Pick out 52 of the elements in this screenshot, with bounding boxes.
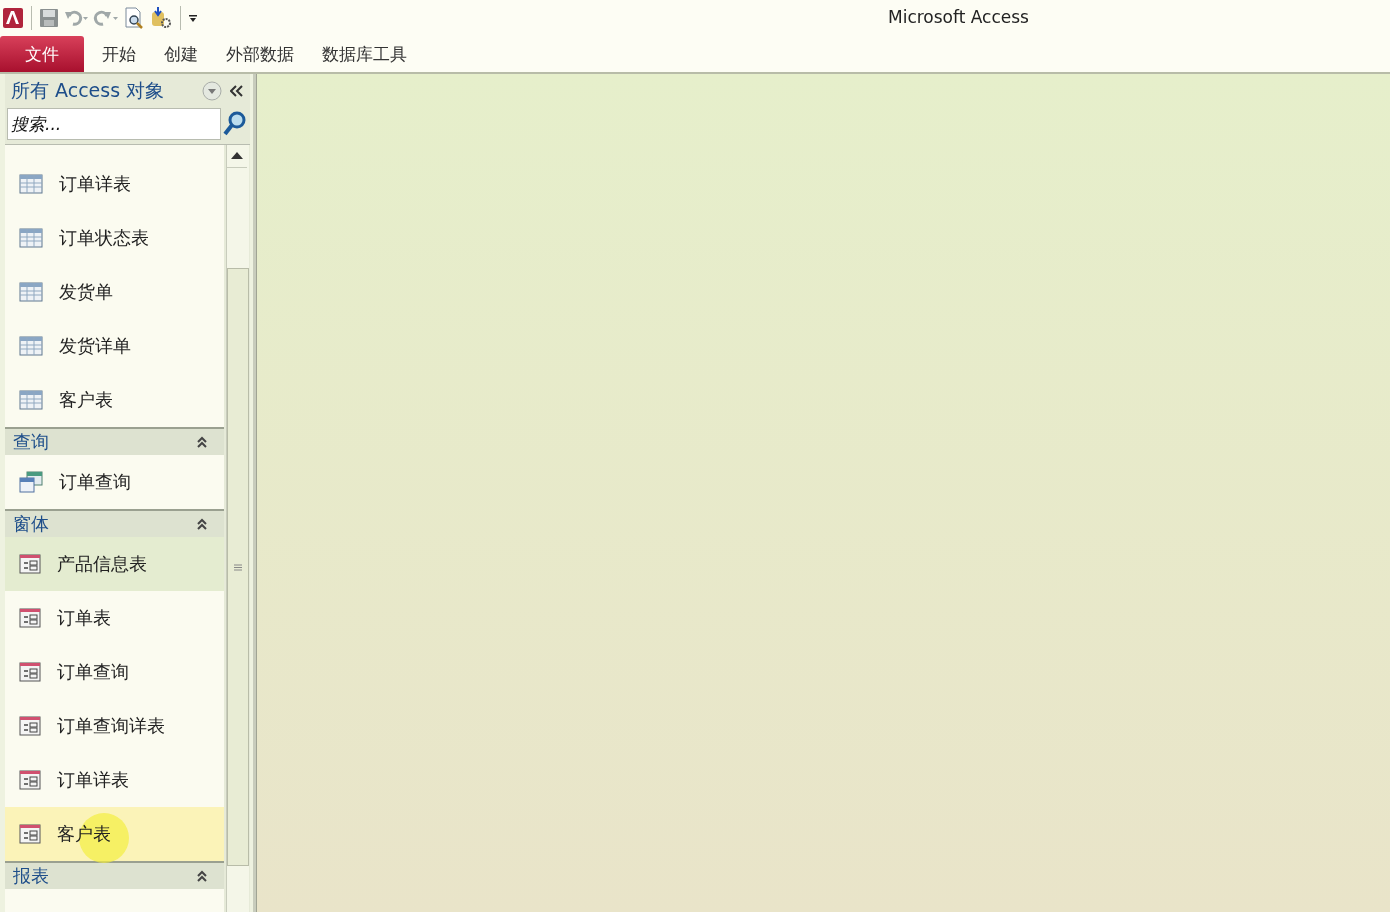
dropdown-icon[interactable]	[202, 81, 222, 101]
form-icon	[19, 608, 41, 628]
form-icon	[19, 824, 41, 844]
query-icon	[19, 471, 43, 493]
save-icon[interactable]	[39, 8, 59, 28]
navigation-item[interactable]: 客户表	[5, 807, 224, 861]
database-tools-icon[interactable]	[149, 7, 173, 29]
collapse-group-icon[interactable]	[196, 518, 208, 530]
print-preview-icon[interactable]	[123, 7, 145, 29]
table-icon	[19, 174, 43, 194]
navigation-item[interactable]: 订单表	[5, 591, 224, 645]
table-icon	[19, 336, 43, 356]
navigation-item[interactable]: 订单查询	[5, 645, 224, 699]
scrollbar[interactable]	[226, 145, 249, 912]
table-icon	[19, 390, 43, 410]
group-header[interactable]: 窗体	[5, 509, 224, 537]
group-header[interactable]: 查询	[5, 427, 224, 455]
form-icon	[19, 716, 41, 736]
navigation-item[interactable]: 订单详表	[5, 157, 224, 211]
navigation-item[interactable]: 订单详表	[5, 753, 224, 807]
scrollbar-thumb[interactable]	[227, 268, 249, 866]
navigation-item[interactable]: 订单查询	[5, 455, 224, 509]
ribbon-tab[interactable]: 文件	[0, 36, 84, 72]
grip-icon[interactable]	[234, 563, 242, 571]
table-icon	[19, 228, 43, 248]
search-field[interactable]: 搜索...	[7, 108, 221, 140]
navigation-item[interactable]: 产品信息表	[5, 537, 224, 591]
navigation-item[interactable]: 客户表	[5, 373, 224, 427]
ribbon-tab[interactable]: 开始	[88, 36, 150, 72]
app-logo-icon[interactable]	[2, 7, 24, 29]
navigation-pane-title[interactable]: 所有 Access 对象	[11, 78, 194, 104]
form-icon	[19, 770, 41, 790]
customize-dropdown-icon[interactable]	[188, 12, 198, 24]
ribbon-tab[interactable]: 外部数据	[212, 36, 308, 72]
group-title: 窗体	[13, 512, 49, 536]
search-icon[interactable]	[223, 111, 247, 137]
group-header[interactable]: 报表	[5, 861, 224, 889]
navigation-item[interactable]: 订单状态表	[5, 211, 224, 265]
collapse-group-icon[interactable]	[196, 436, 208, 448]
collapse-pane-icon[interactable]	[230, 85, 244, 97]
form-icon	[19, 554, 41, 574]
collapse-group-icon[interactable]	[196, 870, 208, 882]
group-title: 查询	[13, 430, 49, 454]
form-icon	[19, 662, 41, 682]
ribbon-tab[interactable]: 创建	[150, 36, 212, 72]
table-icon	[19, 282, 43, 302]
navigation-item[interactable]: 订单查询详表	[5, 699, 224, 753]
navigation-item[interactable]: 发货详单	[5, 319, 224, 373]
navigation-item[interactable]: 发货单	[5, 265, 224, 319]
group-title: 报表	[13, 864, 49, 888]
window-title: Microsoft Access	[888, 7, 1029, 27]
ribbon-tab[interactable]: 数据库工具	[308, 36, 421, 72]
